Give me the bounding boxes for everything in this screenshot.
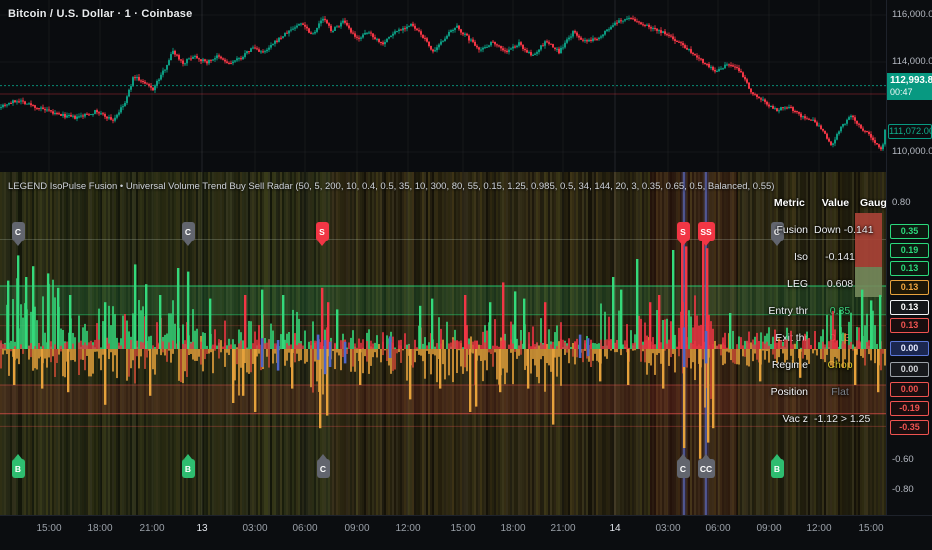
signal-top-c-marker[interactable]: C — [182, 222, 195, 241]
price-tick-label: 116,000.00 — [892, 9, 932, 20]
price-tick-label: 110,000.00 — [892, 146, 932, 157]
time-tick-label: 14 — [609, 523, 620, 534]
indicator-value-box: 0.13 — [890, 261, 929, 276]
indicator-value-box: 0.13 — [890, 280, 929, 295]
price-axis-pane[interactable]: 112,993.82 00:47 111,072.00 116,000.00 11… — [886, 0, 932, 515]
time-tick-label: 06:00 — [705, 523, 730, 534]
time-tick-label: 09:00 — [756, 523, 781, 534]
metric-row-entry-thr: Entry thr0.35 — [750, 297, 886, 324]
signal-bottom-cc-marker[interactable]: CC — [698, 459, 715, 478]
signal-bottom-b-marker[interactable]: B — [182, 459, 195, 478]
time-tick-label: 15:00 — [450, 523, 475, 534]
indicator-tick-label: -0.60 — [892, 454, 914, 465]
col-metric: Metric — [750, 197, 811, 209]
signal-top-c-marker[interactable]: C — [12, 222, 25, 241]
secondary-price-label: 111,072.00 — [888, 124, 932, 139]
indicator-tick-label: -0.80 — [892, 484, 914, 495]
last-price-label: 112,993.82 00:47 — [887, 73, 932, 100]
metric-row-position: PositionFlat — [750, 378, 886, 405]
signal-top-ss-marker[interactable]: SS — [698, 222, 715, 241]
price-tick-label: 114,000.00 — [892, 56, 932, 67]
time-tick-label: 18:00 — [87, 523, 112, 534]
time-tick-label: 21:00 — [550, 523, 575, 534]
indicator-tick-label: 0.80 — [892, 197, 911, 208]
time-tick-label: 03:00 — [242, 523, 267, 534]
signal-top-s-marker[interactable]: S — [677, 222, 690, 241]
metric-row-regime: RegimeChop — [750, 351, 886, 378]
time-tick-label: 18:00 — [500, 523, 525, 534]
signal-bottom-c-marker[interactable]: C — [677, 459, 690, 478]
col-value: Value — [811, 197, 860, 209]
tradingview-chart-window: C MetricValueGaugeFusionDown -0.141Iso-0… — [0, 0, 932, 550]
metric-row-vac-z: Vac z-1.12 > 1.25 — [750, 405, 886, 432]
time-tick-label: 13 — [196, 523, 207, 534]
indicator-value-box: 0.13 — [890, 300, 929, 315]
time-tick-label: 06:00 — [292, 523, 317, 534]
indicator-value-box: 0.19 — [890, 243, 929, 258]
last-price-value: 112,993.82 — [890, 75, 932, 87]
time-tick-label: 15:00 — [36, 523, 61, 534]
indicator-legend[interactable]: LEGEND IsoPulse Fusion • Universal Volum… — [8, 181, 774, 192]
metric-table-header: MetricValueGauge — [750, 189, 886, 216]
signal-top-s-marker[interactable]: S — [316, 222, 329, 241]
col-gauge: Gauge — [860, 197, 886, 209]
indicator-value-box: 0.35 — [890, 224, 929, 239]
time-axis-pane[interactable]: 15:00 18:00 21:00 13 03:00 06:00 09:00 12:00 15:… — [0, 515, 932, 550]
time-tick-label: 15:00 — [858, 523, 883, 534]
metric-row-leg: LEG0.608 — [750, 270, 886, 297]
indicator-value-box: -0.19 — [890, 401, 929, 416]
time-tick-label: 12:00 — [806, 523, 831, 534]
indicator-value-box: 0.13 — [890, 318, 929, 333]
symbol-title[interactable]: Bitcoin / U.S. Dollar · 1 · Coinbase — [8, 8, 192, 20]
time-tick-label: 21:00 — [139, 523, 164, 534]
metric-table: MetricValueGaugeFusionDown -0.141Iso-0.1… — [750, 189, 886, 432]
metric-row-fusion: FusionDown -0.141 — [750, 216, 886, 243]
time-tick-label: 03:00 — [655, 523, 680, 534]
time-tick-label: 12:00 — [395, 523, 420, 534]
indicator-value-box: 0.00 — [890, 382, 929, 397]
indicator-value-box: 0.00 — [890, 362, 929, 377]
metric-row-exit-thr: Exit thr0.13 — [750, 324, 886, 351]
signal-bottom-b-marker[interactable]: B — [771, 459, 784, 478]
bar-countdown: 00:47 — [890, 87, 932, 98]
signal-bottom-c-marker[interactable]: C — [317, 459, 330, 478]
indicator-value-box: -0.35 — [890, 420, 929, 435]
indicator-value-box: 0.00 — [890, 341, 929, 356]
signal-bottom-b-marker[interactable]: B — [12, 459, 25, 478]
time-tick-label: 09:00 — [344, 523, 369, 534]
metric-row-iso: Iso-0.141 — [750, 243, 886, 270]
